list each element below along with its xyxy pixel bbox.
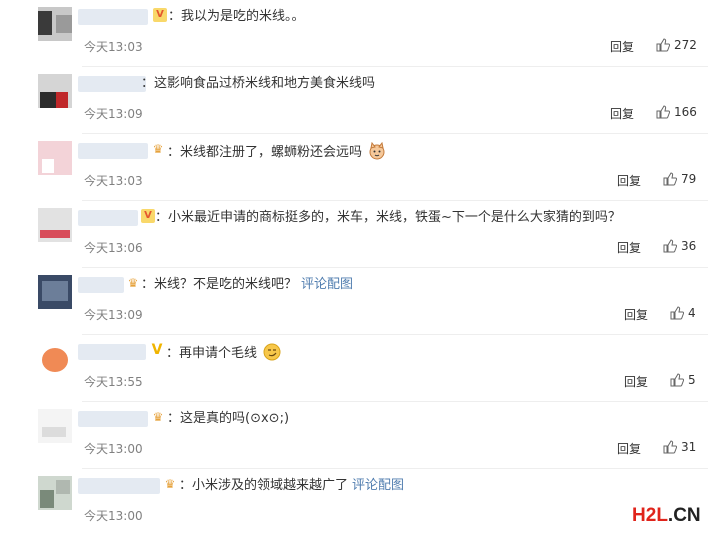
thumbs-up-icon bbox=[663, 440, 677, 454]
like-count: 166 bbox=[674, 105, 697, 119]
comment-item: V ：再申请个毛线 今天13:55 回复 5 bbox=[0, 335, 720, 402]
reply-button[interactable]: 回复 bbox=[617, 172, 641, 189]
comment-text: ：米线？不是吃的米线吧？ 评论配图 bbox=[141, 277, 354, 292]
like-button[interactable]: 36 bbox=[663, 239, 696, 253]
thumbs-up-icon bbox=[670, 306, 684, 320]
comment-time: 今天13:55 bbox=[84, 375, 143, 389]
like-count: 5 bbox=[688, 373, 696, 387]
crown-badge-icon: ♛ bbox=[152, 142, 164, 156]
thumbs-up-icon bbox=[670, 373, 684, 387]
like-count: 272 bbox=[674, 38, 697, 52]
like-button[interactable]: 272 bbox=[656, 38, 697, 52]
comment-item: ♛ ：米线？不是吃的米线吧？ 评论配图 今天13:09 回复 4 bbox=[0, 268, 720, 335]
thumbs-up-icon bbox=[656, 38, 670, 52]
reply-button[interactable]: 回复 bbox=[624, 373, 648, 390]
like-button[interactable]: 5 bbox=[670, 373, 696, 387]
like-button[interactable]: 31 bbox=[663, 440, 696, 454]
avatar[interactable] bbox=[38, 275, 72, 309]
comment-text: ：再申请个毛线 bbox=[166, 343, 281, 363]
comment-item: V ：小米最近申请的商标挺多的，米车，米线，铁蛋~下一个是什么大家猜的到吗？ 今… bbox=[0, 201, 720, 268]
like-count: 36 bbox=[681, 239, 697, 253]
comment-time: 今天13:09 bbox=[84, 107, 143, 121]
like-count: 31 bbox=[681, 440, 697, 454]
comment-time: 今天13:00 bbox=[84, 509, 143, 523]
comment-text: ：这影响食品过桥米线和地方美食米线吗 bbox=[141, 76, 376, 91]
crown-badge-icon: ♛ bbox=[164, 477, 176, 491]
like-button[interactable]: 4 bbox=[670, 306, 696, 320]
reply-button[interactable]: 回复 bbox=[617, 239, 641, 256]
avatar[interactable] bbox=[38, 141, 72, 175]
thumbs-up-icon bbox=[663, 172, 677, 186]
avatar[interactable] bbox=[38, 208, 72, 242]
vip-v-badge-icon: V bbox=[141, 209, 155, 223]
thumbs-up-icon bbox=[656, 105, 670, 119]
like-count: 79 bbox=[681, 172, 697, 186]
crown-badge-icon: ♛ bbox=[152, 410, 164, 424]
avatar[interactable] bbox=[38, 409, 72, 443]
comment-text: ：我以为是吃的米线。。 bbox=[168, 9, 305, 24]
comment-text: ：这是真的吗(⊙x⊙;) bbox=[167, 411, 290, 426]
like-button[interactable]: 79 bbox=[663, 172, 696, 186]
like-count: 4 bbox=[688, 306, 696, 320]
reply-button[interactable]: 回复 bbox=[610, 38, 634, 55]
reply-button[interactable]: 回复 bbox=[617, 440, 641, 457]
comment-item: V ：我以为是吃的米线。。 今天13:03 回复 272 bbox=[0, 0, 720, 67]
comment-item: ♛ ：小米涉及的领域越来越广了 评论配图 今天13:00 bbox=[0, 469, 720, 536]
comment-image-link[interactable]: 评论配图 bbox=[352, 478, 404, 493]
comment-time: 今天13:09 bbox=[84, 308, 143, 322]
avatar[interactable] bbox=[38, 7, 72, 41]
cat-emoji-icon bbox=[368, 141, 386, 160]
comment-time: 今天13:03 bbox=[84, 174, 143, 188]
comment-item: ♛ ：这是真的吗(⊙x⊙;) 今天13:00 回复 31 bbox=[0, 402, 720, 469]
thumbs-up-icon bbox=[663, 239, 677, 253]
comment-text: ：小米最近申请的商标挺多的，米车，米线，铁蛋~下一个是什么大家猜的到吗？ bbox=[155, 210, 621, 225]
comment-time: 今天13:00 bbox=[84, 442, 143, 456]
comment-time: 今天13:03 bbox=[84, 40, 143, 54]
smirk-emoji-icon bbox=[263, 343, 281, 361]
comment-image-link[interactable]: 评论配图 bbox=[301, 277, 353, 292]
like-button[interactable]: 166 bbox=[656, 105, 697, 119]
crown-badge-icon: ♛ bbox=[127, 276, 139, 290]
avatar[interactable] bbox=[38, 476, 72, 510]
reply-button[interactable]: 回复 bbox=[624, 306, 648, 323]
vip-v-badge-icon: V bbox=[153, 8, 167, 22]
reply-button[interactable]: 回复 bbox=[610, 105, 634, 122]
vip-v-badge-icon: V bbox=[151, 342, 163, 358]
avatar[interactable] bbox=[38, 342, 72, 376]
site-watermark-logo: H2L.CN bbox=[632, 505, 701, 526]
avatar[interactable] bbox=[38, 74, 72, 108]
comment-item: ♛ ：米线都注册了，螺蛳粉还会远吗 今天13:03 回复 79 bbox=[0, 134, 720, 201]
comment-time: 今天13:06 bbox=[84, 241, 143, 255]
comment-text: ：米线都注册了，螺蛳粉还会远吗 bbox=[167, 141, 386, 162]
comment-item: ：这影响食品过桥米线和地方美食米线吗 今天13:09 回复 166 bbox=[0, 67, 720, 134]
comment-text: ：小米涉及的领域越来越广了 评论配图 bbox=[179, 478, 405, 493]
